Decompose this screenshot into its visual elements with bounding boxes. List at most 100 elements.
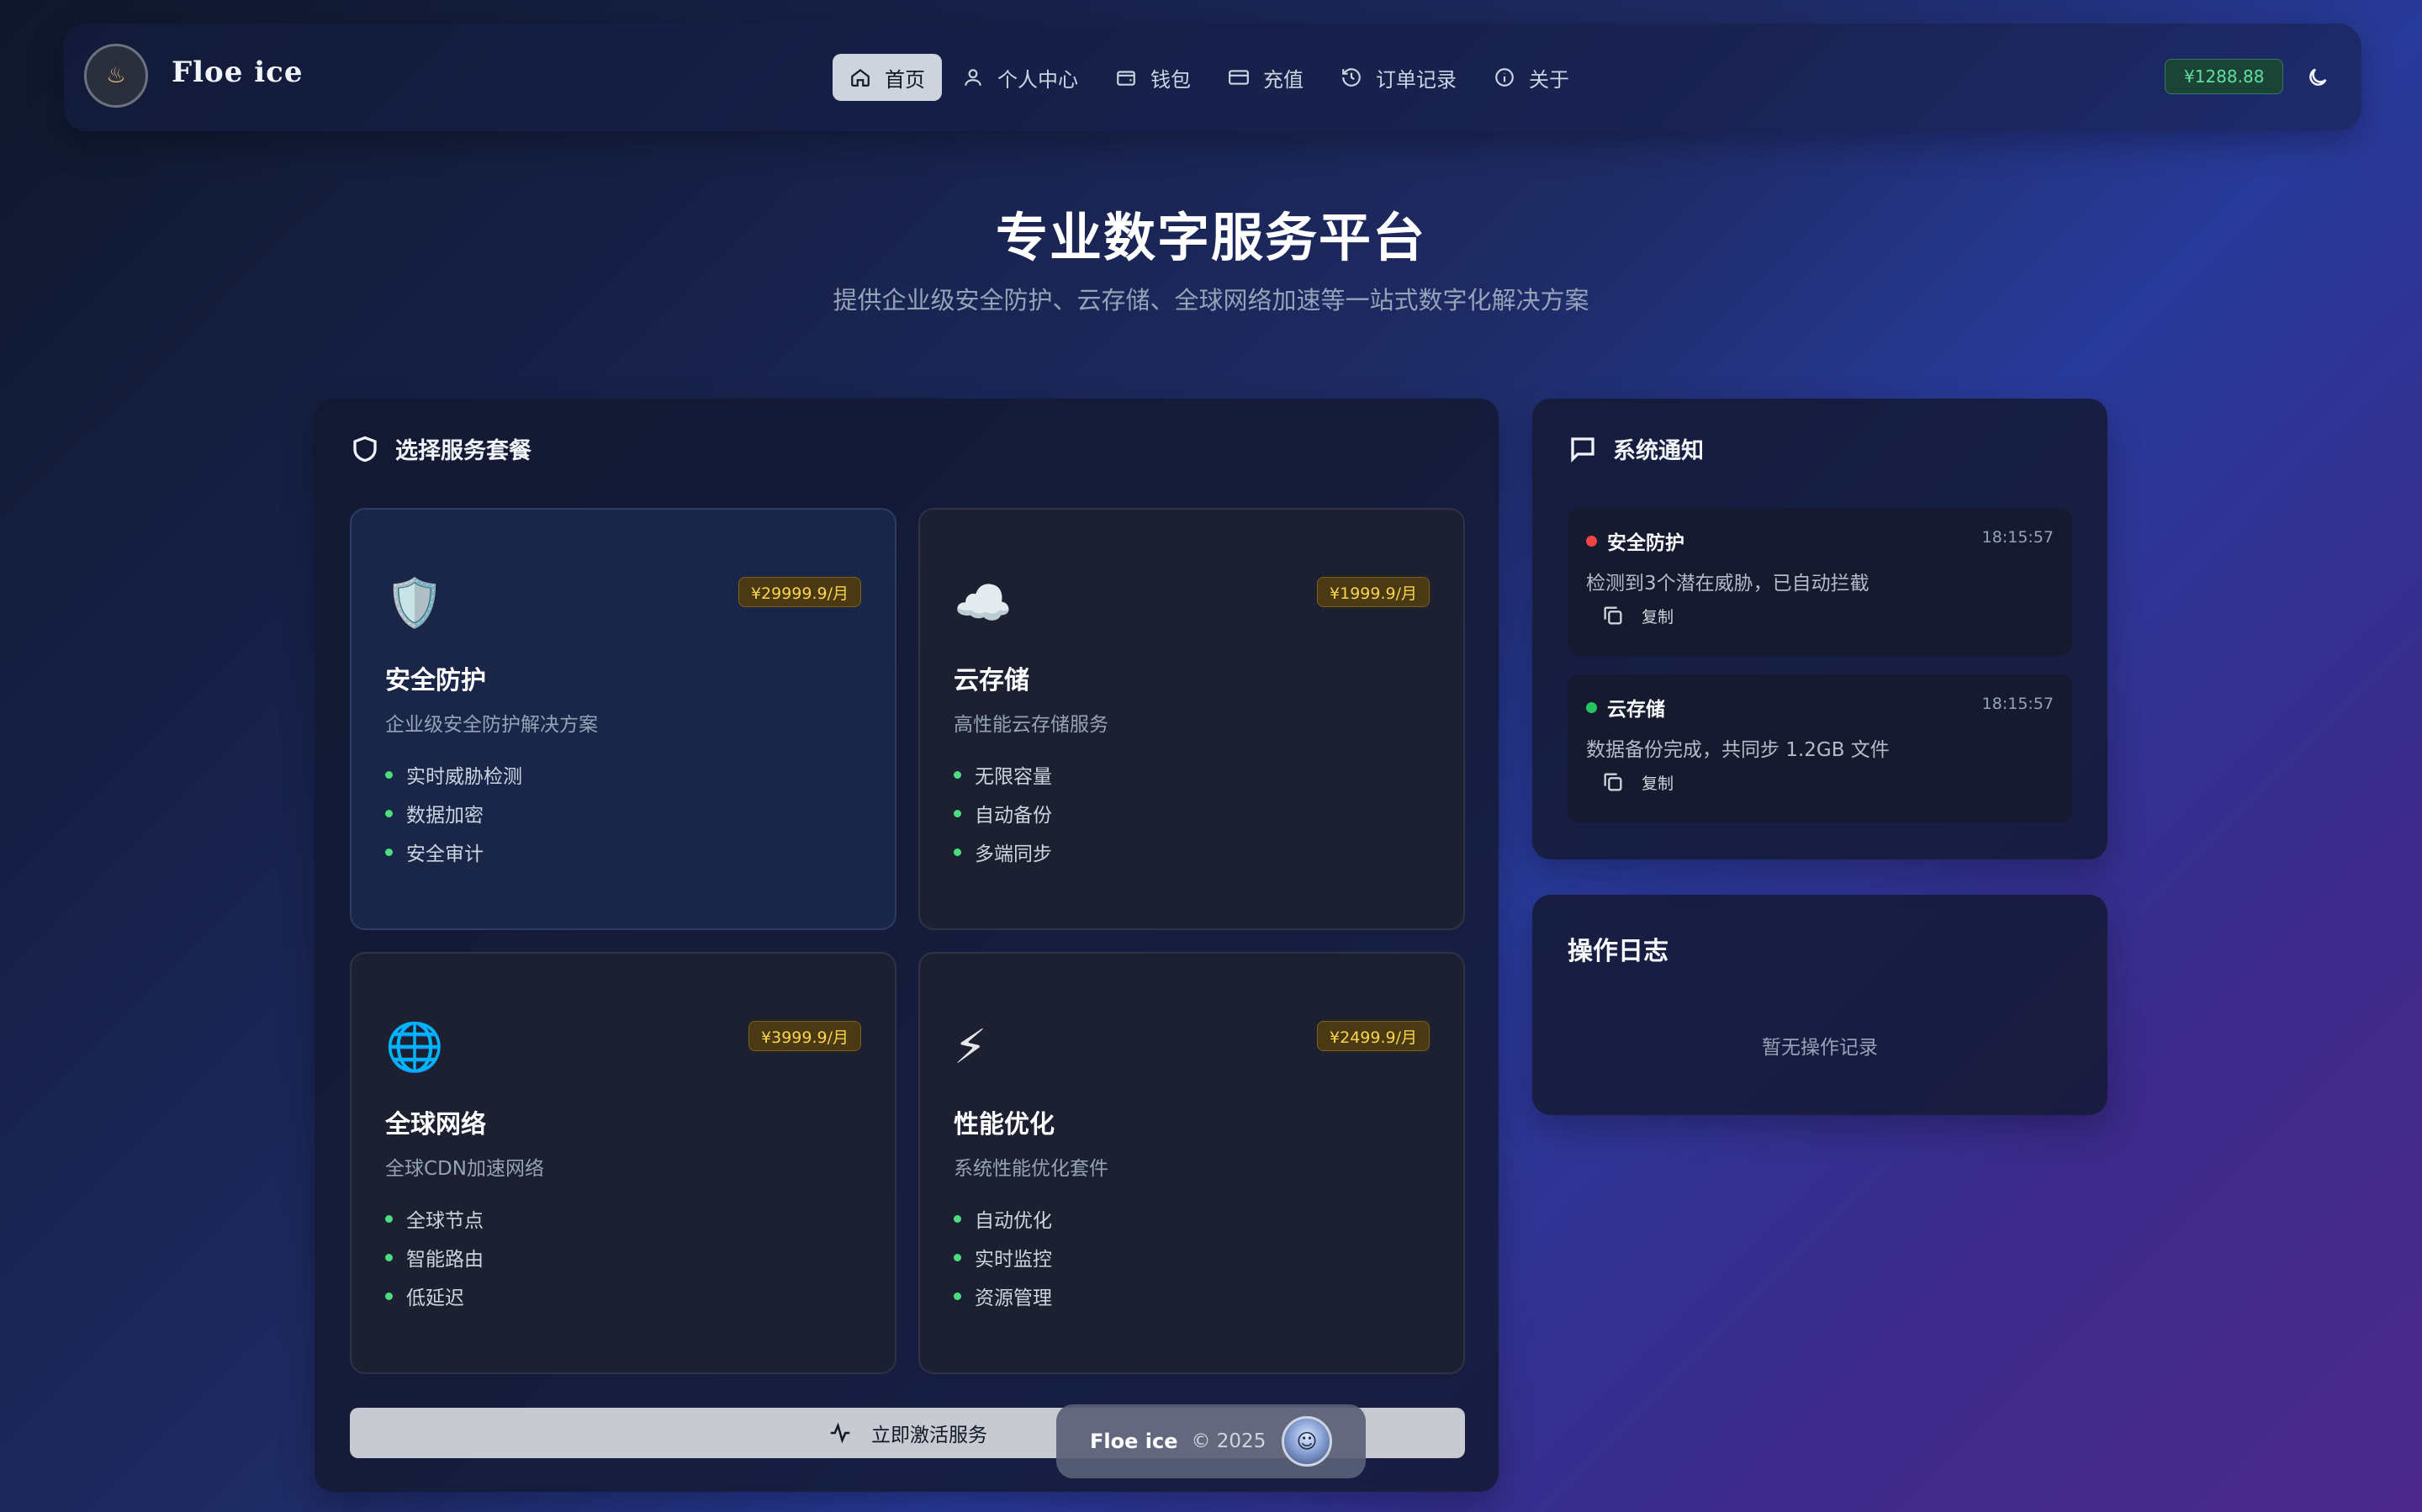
service-card-storage[interactable]: ☁️ ¥1999.9/月 云存储 高性能云存储服务 无限容量 自动备份 多端同步 bbox=[918, 508, 1465, 930]
feature-label: 实时监控 bbox=[975, 1249, 1052, 1271]
nav-item-orders[interactable]: 订单记录 bbox=[1324, 54, 1473, 101]
notifications-heading-label: 系统通知 bbox=[1613, 438, 1704, 464]
bullet-dot-icon bbox=[385, 809, 393, 817]
bullet-dot-icon bbox=[385, 848, 393, 856]
bullet-dot-icon bbox=[954, 770, 961, 779]
feature-item: 实时威胁检测 bbox=[385, 755, 522, 794]
log-heading: 操作日志 bbox=[1568, 937, 1668, 966]
avatar-icon: ☺ bbox=[1296, 1430, 1318, 1453]
feature-label: 数据加密 bbox=[406, 805, 484, 827]
bullet-dot-icon bbox=[954, 1292, 961, 1300]
price-badge: ¥2499.9/月 bbox=[1317, 1021, 1430, 1051]
feature-item: 全球节点 bbox=[385, 1199, 484, 1238]
feature-item: 自动优化 bbox=[954, 1199, 1052, 1238]
log-empty-state: 暂无操作记录 bbox=[1762, 1037, 1878, 1059]
feature-item: 资源管理 bbox=[954, 1277, 1052, 1315]
feature-label: 实时威胁检测 bbox=[406, 766, 522, 788]
avatar[interactable]: ☺ bbox=[1282, 1416, 1332, 1467]
feature-label: 全球节点 bbox=[406, 1210, 484, 1232]
price-badge: ¥1999.9/月 bbox=[1317, 577, 1430, 607]
lightning-emoji-icon: ⚡ bbox=[954, 1020, 987, 1075]
cloud-emoji-icon: ☁️ bbox=[954, 576, 1013, 631]
feature-label: 自动备份 bbox=[975, 805, 1052, 827]
bullet-dot-icon bbox=[385, 770, 393, 779]
price-badge: ¥29999.9/月 bbox=[738, 577, 861, 607]
feature-item: 低延迟 bbox=[385, 1277, 484, 1315]
nav-item-about[interactable]: 关于 bbox=[1477, 54, 1586, 101]
notification-title-label: 安全防护 bbox=[1607, 532, 1684, 554]
nav-item-recharge[interactable]: 充值 bbox=[1211, 54, 1320, 101]
credit-card-icon bbox=[1229, 70, 1249, 85]
services-panel: 选择服务套餐 🛡️ ¥29999.9/月 安全防护 企业级安全防护解决方案 实时… bbox=[315, 399, 1499, 1492]
nav-item-label: 关于 bbox=[1529, 67, 1569, 92]
bullet-dot-icon bbox=[954, 848, 961, 856]
status-dot-icon bbox=[1586, 535, 1597, 547]
copy-icon bbox=[1604, 606, 1622, 625]
nav-item-label: 首页 bbox=[885, 67, 925, 92]
services-heading: 选择服务套餐 bbox=[350, 432, 531, 465]
nav-item-label: 钱包 bbox=[1150, 67, 1191, 92]
notifications-heading: 系统通知 bbox=[1568, 432, 1704, 465]
notification-title: 安全防护 bbox=[1586, 526, 1684, 555]
feature-item: 安全审计 bbox=[385, 833, 522, 871]
operation-log-panel: 操作日志 暂无操作记录 bbox=[1532, 895, 2107, 1115]
service-card-performance[interactable]: ⚡ ¥2499.9/月 性能优化 系统性能优化套件 自动优化 实时监控 资源管理 bbox=[918, 952, 1465, 1374]
copy-button[interactable]: 复制 bbox=[1601, 604, 1674, 627]
nav-item-wallet[interactable]: 钱包 bbox=[1098, 54, 1208, 101]
bullet-dot-icon bbox=[385, 1292, 393, 1300]
wallet-icon bbox=[1117, 71, 1135, 86]
info-icon bbox=[1495, 68, 1514, 87]
status-dot-icon bbox=[1586, 701, 1597, 713]
activity-icon bbox=[830, 1422, 850, 1444]
feature-item: 自动备份 bbox=[954, 794, 1052, 833]
service-title: 全球网络 bbox=[385, 1110, 486, 1139]
copy-label: 复制 bbox=[1642, 607, 1674, 626]
feature-list: 实时威胁检测 数据加密 安全审计 bbox=[385, 755, 522, 871]
bullet-dot-icon bbox=[385, 1253, 393, 1261]
notification-item: 安全防护 18:15:57 检测到3个潜在威胁，已自动拦截 复制 bbox=[1568, 508, 2072, 656]
notification-time: 18:15:57 bbox=[1981, 528, 2054, 547]
service-title: 云存储 bbox=[954, 666, 1029, 695]
service-desc: 系统性能优化套件 bbox=[954, 1158, 1108, 1180]
shield-icon bbox=[353, 436, 377, 462]
nav-item-label: 个人中心 bbox=[997, 67, 1078, 92]
service-desc: 全球CDN加速网络 bbox=[385, 1158, 544, 1180]
service-desc: 企业级安全防护解决方案 bbox=[385, 714, 598, 736]
feature-label: 智能路由 bbox=[406, 1249, 484, 1271]
copy-button[interactable]: 复制 bbox=[1601, 770, 1674, 794]
feature-list: 自动优化 实时监控 资源管理 bbox=[954, 1199, 1052, 1315]
main-nav: 首页 个人中心 钱包 充值 订单记录 关于 bbox=[833, 54, 1586, 101]
brand-logo[interactable]: ♨ bbox=[84, 44, 148, 108]
balance-badge[interactable]: ¥1288.88 bbox=[2165, 59, 2284, 94]
feature-item: 多端同步 bbox=[954, 833, 1052, 871]
bullet-dot-icon bbox=[385, 1214, 393, 1223]
bullet-dot-icon bbox=[954, 809, 961, 817]
page-title: 专业数字服务平台 bbox=[995, 207, 1426, 268]
service-desc: 高性能云存储服务 bbox=[954, 714, 1108, 736]
feature-list: 全球节点 智能路由 低延迟 bbox=[385, 1199, 484, 1315]
footer-copyright: © 2025 bbox=[1191, 1430, 1267, 1452]
footer-pill: Floe ice © 2025 ☺ bbox=[1056, 1404, 1366, 1478]
copy-label: 复制 bbox=[1642, 774, 1674, 793]
service-card-security[interactable]: 🛡️ ¥29999.9/月 安全防护 企业级安全防护解决方案 实时威胁检测 数据… bbox=[350, 508, 896, 930]
theme-toggle-button[interactable] bbox=[2301, 61, 2335, 94]
footer-brand: Floe ice bbox=[1090, 1430, 1178, 1453]
service-title: 性能优化 bbox=[954, 1110, 1055, 1139]
feature-item: 实时监控 bbox=[954, 1238, 1052, 1277]
activate-label: 立即激活服务 bbox=[871, 1425, 987, 1446]
price-badge: ¥3999.9/月 bbox=[748, 1021, 861, 1051]
history-icon bbox=[1342, 68, 1361, 87]
feature-label: 低延迟 bbox=[406, 1287, 464, 1309]
service-card-network[interactable]: 🌐 ¥3999.9/月 全球网络 全球CDN加速网络 全球节点 智能路由 低延迟 bbox=[350, 952, 896, 1374]
home-icon bbox=[851, 68, 870, 87]
user-icon bbox=[965, 69, 981, 86]
nav-item-home[interactable]: 首页 bbox=[833, 54, 942, 101]
notifications-panel: 系统通知 安全防护 18:15:57 检测到3个潜在威胁，已自动拦截 复制 云存… bbox=[1532, 399, 2107, 859]
brand-name[interactable]: Floe ice bbox=[172, 56, 303, 89]
notification-text: 数据备份完成，共同步 1.2GB 文件 bbox=[1586, 739, 1890, 761]
services-heading-label: 选择服务套餐 bbox=[395, 438, 531, 464]
nav-item-profile[interactable]: 个人中心 bbox=[945, 54, 1095, 101]
shield-emoji-icon: 🛡️ bbox=[385, 576, 444, 631]
nav-item-label: 充值 bbox=[1263, 67, 1304, 92]
message-square-icon bbox=[1571, 436, 1594, 463]
